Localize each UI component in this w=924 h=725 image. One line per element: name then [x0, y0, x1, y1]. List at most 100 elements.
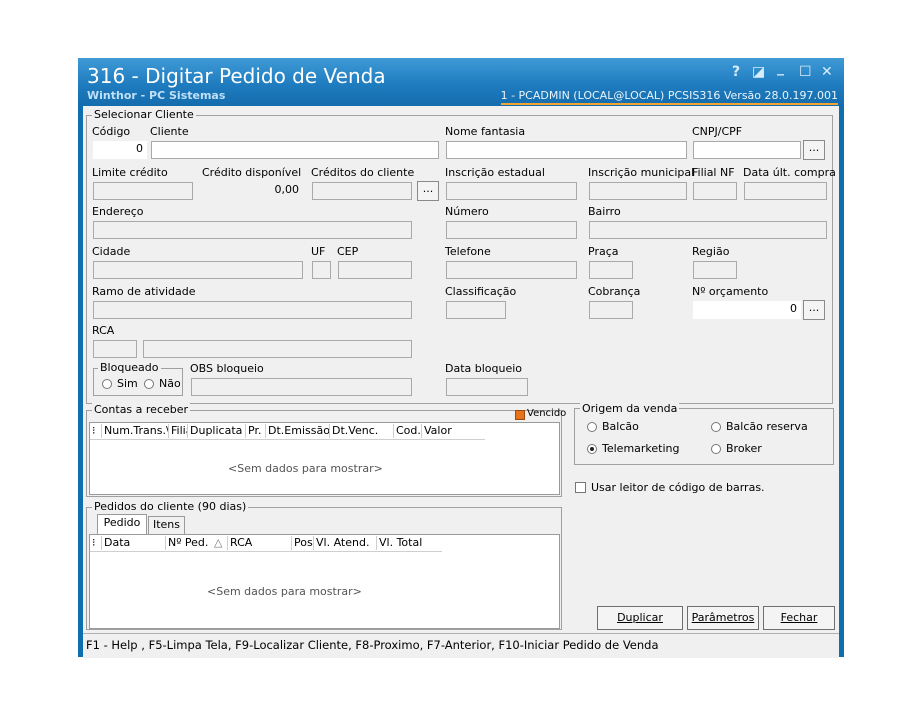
cnpj-input[interactable]	[693, 141, 801, 159]
pedidos-header-divider	[90, 551, 442, 552]
numero-label: Número	[445, 205, 489, 218]
leitor-codigo-barras-label: Usar leitor de código de barras.	[591, 481, 765, 494]
orcamento-input[interactable]: 0	[693, 301, 801, 319]
status-bar: F1 - Help , F5-Limpa Tela, F9-Localizar …	[83, 633, 839, 658]
codigo-label: Código	[92, 125, 131, 138]
grid-columns-menu-icon[interactable]: ⁝	[90, 424, 102, 438]
duplicar-pedido-button[interactable]: Duplicar Pedido	[597, 606, 683, 645]
contas-col-cod[interactable]: Cod.	[394, 424, 422, 438]
tab-itens[interactable]: Itens	[148, 516, 185, 534]
origem-telemarketing-label: Telemarketing	[602, 442, 680, 455]
praca-label: Praça	[588, 245, 619, 258]
origem-balcao-radio[interactable]	[587, 422, 597, 432]
cnpj-label: CNPJ/CPF	[692, 125, 743, 138]
codigo-input[interactable]: 0	[93, 141, 147, 159]
leitor-codigo-barras-checkbox[interactable]	[575, 482, 586, 493]
maximize-icon[interactable]: ☐	[799, 64, 812, 80]
nome-fantasia-input[interactable]	[446, 141, 687, 159]
cliente-input[interactable]	[151, 141, 439, 159]
pedidos-col-vl-total[interactable]: Vl. Total	[377, 536, 442, 550]
limite-credito-field	[93, 182, 193, 200]
group-title-selecionar-cliente: Selecionar Cliente	[92, 108, 196, 121]
pedidos-col-data[interactable]: Data	[102, 536, 166, 550]
origem-balcao-reserva-radio[interactable]	[711, 422, 721, 432]
bloqueado-label: Bloqueado	[98, 361, 161, 374]
bairro-field	[589, 221, 827, 239]
cep-field	[338, 261, 412, 279]
data-bloqueio-label: Data bloqueio	[445, 362, 523, 375]
pedidos-grid-columns-menu-icon[interactable]: ⁝	[90, 536, 102, 550]
bairro-label: Bairro	[588, 205, 621, 218]
cobranca-field	[589, 301, 633, 319]
credito-disponivel-field: 0,00	[203, 182, 303, 200]
origem-broker-radio[interactable]	[711, 444, 721, 454]
bloqueado-sim-label: Sim	[117, 377, 138, 390]
title-bar[interactable]: 316 - Digitar Pedido de Venda Winthor - …	[78, 58, 844, 106]
contas-col-pr[interactable]: Pr.	[246, 424, 266, 438]
fechar-button[interactable]: Fechar	[763, 606, 835, 630]
pedidos-grid-header: ⁝ Data Nº Ped. △ RCA Pos Vl. Atend. Vl. …	[90, 535, 442, 551]
uf-field	[312, 261, 331, 279]
obs-bloqueio-label: OBS bloqueio	[190, 362, 264, 375]
inscricao-estadual-field	[446, 182, 577, 200]
contas-col-duplicata[interactable]: Duplicata	[188, 424, 246, 438]
sort-triangle-icon[interactable]: △	[212, 536, 228, 550]
parametros-button[interactable]: Parâmetros	[687, 606, 759, 630]
minimize-icon[interactable]: _	[777, 60, 784, 76]
contas-grid-header: ⁝ Num.Trans.\ Filia Duplicata Pr. Dt.Emi…	[90, 423, 485, 439]
nome-fantasia-label: Nome fantasia	[445, 125, 526, 138]
numero-field	[446, 221, 577, 239]
cobranca-label: Cobrança	[588, 285, 641, 298]
orcamento-lookup-button[interactable]: ...	[803, 300, 825, 320]
data-ult-compra-field	[744, 182, 827, 200]
praca-field	[589, 261, 633, 279]
bloqueado-sim-radio[interactable]	[102, 379, 112, 389]
rca-label: RCA	[92, 324, 115, 337]
parametros-label: Parâmetros	[691, 611, 755, 624]
origem-balcao-label: Balcão	[602, 420, 639, 433]
regiao-label: Região	[692, 245, 730, 258]
window-title: 316 - Digitar Pedido de Venda	[87, 64, 386, 88]
pedidos-col-pos[interactable]: Pos	[292, 536, 314, 550]
contas-receber-grid[interactable]: ⁝ Num.Trans.\ Filia Duplicata Pr. Dt.Emi…	[89, 422, 560, 495]
data-ult-compra-label: Data últ. compra	[743, 166, 836, 179]
telefone-label: Telefone	[445, 245, 491, 258]
pedidos-col-vl-atend[interactable]: Vl. Atend.	[314, 536, 377, 550]
cnpj-lookup-button[interactable]: ...	[803, 140, 825, 160]
endereco-field	[93, 221, 412, 239]
contas-empty-message: <Sem dados para mostrar>	[228, 462, 383, 475]
bloqueado-nao-radio[interactable]	[144, 379, 154, 389]
close-icon[interactable]: ✕	[821, 64, 833, 80]
contas-header-divider	[90, 439, 485, 440]
credito-disponivel-label: Crédito disponível	[202, 166, 302, 179]
cidade-label: Cidade	[92, 245, 131, 258]
contas-col-filial[interactable]: Filia	[169, 424, 188, 438]
contas-col-dt-venc[interactable]: Dt.Venc.	[330, 424, 394, 438]
data-bloqueio-field	[446, 378, 528, 396]
tab-pedido[interactable]: Pedido	[97, 514, 147, 534]
contas-col-valor[interactable]: Valor	[422, 424, 485, 438]
classificacao-label: Classificação	[445, 285, 517, 298]
rca-code-field	[93, 340, 137, 358]
status-bar-text: F1 - Help , F5-Limpa Tela, F9-Localizar …	[86, 638, 659, 652]
origem-telemarketing-radio[interactable]	[587, 444, 597, 454]
uf-label: UF	[311, 245, 326, 258]
pedidos-cliente-title: Pedidos do cliente (90 dias)	[92, 500, 249, 513]
contas-col-num-trans[interactable]: Num.Trans.\	[102, 424, 169, 438]
main-window: 316 - Digitar Pedido de Venda Winthor - …	[78, 58, 844, 658]
restore-icon[interactable]: ◪	[752, 64, 765, 80]
vencido-legend-swatch	[515, 410, 525, 420]
pedidos-col-rca[interactable]: RCA	[228, 536, 292, 550]
creditos-cliente-label: Créditos do cliente	[311, 166, 415, 179]
orcamento-label: Nº orçamento	[692, 285, 769, 298]
pedidos-col-num-ped[interactable]: Nº Ped.	[166, 536, 212, 550]
group-origem-venda	[574, 408, 834, 465]
inscricao-estadual-label: Inscrição estadual	[445, 166, 545, 179]
pedidos-cliente-grid[interactable]: ⁝ Data Nº Ped. △ RCA Pos Vl. Atend. Vl. …	[89, 534, 560, 629]
obs-bloqueio-field	[191, 378, 412, 396]
help-icon[interactable]: ?	[732, 64, 740, 80]
fechar-label: Fechar	[780, 611, 818, 624]
contas-col-dt-emissao[interactable]: Dt.Emissão	[266, 424, 330, 438]
vencido-legend-label: Vencido	[527, 408, 567, 419]
creditos-cliente-button[interactable]: ...	[417, 181, 439, 201]
